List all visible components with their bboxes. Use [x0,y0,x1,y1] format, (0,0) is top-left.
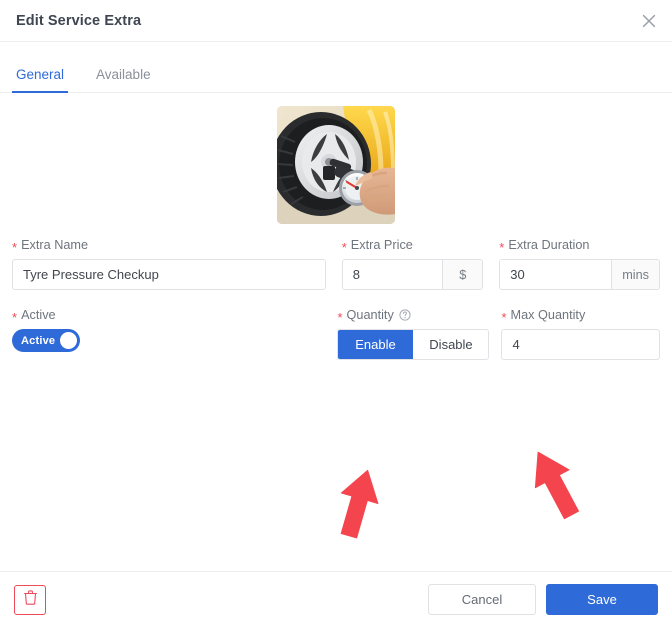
save-button-label: Save [587,592,617,607]
extra-name-input[interactable] [12,259,326,290]
field-extra-duration: * Extra Duration mins [499,238,660,290]
required-marker: * [501,309,507,325]
required-marker: * [12,239,18,255]
quantity-enable-button[interactable]: Enable [338,330,414,359]
active-toggle[interactable]: Active [12,329,80,352]
active-label-text: Active [21,308,56,322]
modal-body: * Extra Name * Extra Price $ * Extra [0,93,672,571]
tab-bar: General Available [0,57,672,93]
modal-header: Edit Service Extra [0,0,672,42]
arrow-enable [330,467,386,546]
extra-price-input[interactable] [342,260,443,289]
extra-duration-group: mins [499,259,660,290]
required-marker: * [337,309,343,325]
quantity-disable-button[interactable]: Disable [413,330,489,359]
quantity-label-text: Quantity [346,308,394,322]
tab-available-label: Available [96,67,151,82]
cancel-button[interactable]: Cancel [428,584,536,615]
modal-footer: Cancel Save [0,571,672,627]
field-extra-name: * Extra Name [12,238,342,290]
quantity-enable-label: Enable [355,337,396,352]
cancel-button-label: Cancel [461,592,503,607]
page-title: Edit Service Extra [16,12,142,29]
extra-price-label: * Extra Price [341,238,484,255]
delete-button[interactable] [14,584,46,615]
extra-name-label-text: Extra Name [21,238,89,252]
form-row-1: * Extra Name * Extra Price $ * Extra [12,238,660,290]
close-icon[interactable] [636,8,662,34]
required-marker: * [499,239,505,255]
duration-unit-addon: mins [611,260,659,289]
extra-duration-label: * Extra Duration [499,238,660,255]
extra-price-label-text: Extra Price [350,238,413,252]
required-marker: * [341,239,347,255]
arrow-maxqty [525,445,585,528]
active-label: * Active [12,308,321,325]
thumbnail-area [12,93,660,224]
trash-icon [23,589,37,610]
extra-price-group: $ [341,259,484,290]
toggle-knob [60,332,77,349]
quantity-label: * Quantity [337,308,485,325]
currency-addon: $ [442,260,483,289]
form-row-2: * Active Active * Quantity Enable Disabl… [12,308,660,360]
max-quantity-label-text: Max Quantity [510,308,586,322]
field-quantity: * Quantity Enable Disable [337,308,501,360]
quantity-segmented-control: Enable Disable [337,329,490,360]
tab-general-label: General [16,67,65,82]
service-extra-image[interactable] [277,106,395,224]
field-extra-price: * Extra Price $ [341,238,500,290]
active-toggle-label: Active [21,334,56,347]
field-max-quantity: * Max Quantity [501,308,660,360]
required-marker: * [12,309,18,325]
tab-available[interactable]: Available [92,57,155,92]
edit-service-extra-modal: Edit Service Extra General Available * E… [0,0,672,627]
max-quantity-input[interactable] [501,329,660,360]
max-quantity-label: * Max Quantity [501,308,660,325]
tab-general[interactable]: General [12,57,69,93]
extra-name-label: * Extra Name [12,238,326,255]
question-circle-icon[interactable] [399,309,411,321]
save-button[interactable]: Save [546,584,658,615]
extra-duration-input[interactable] [500,260,612,289]
extra-duration-label-text: Extra Duration [508,238,590,252]
field-active: * Active Active [12,308,337,360]
quantity-disable-label: Disable [429,337,473,352]
